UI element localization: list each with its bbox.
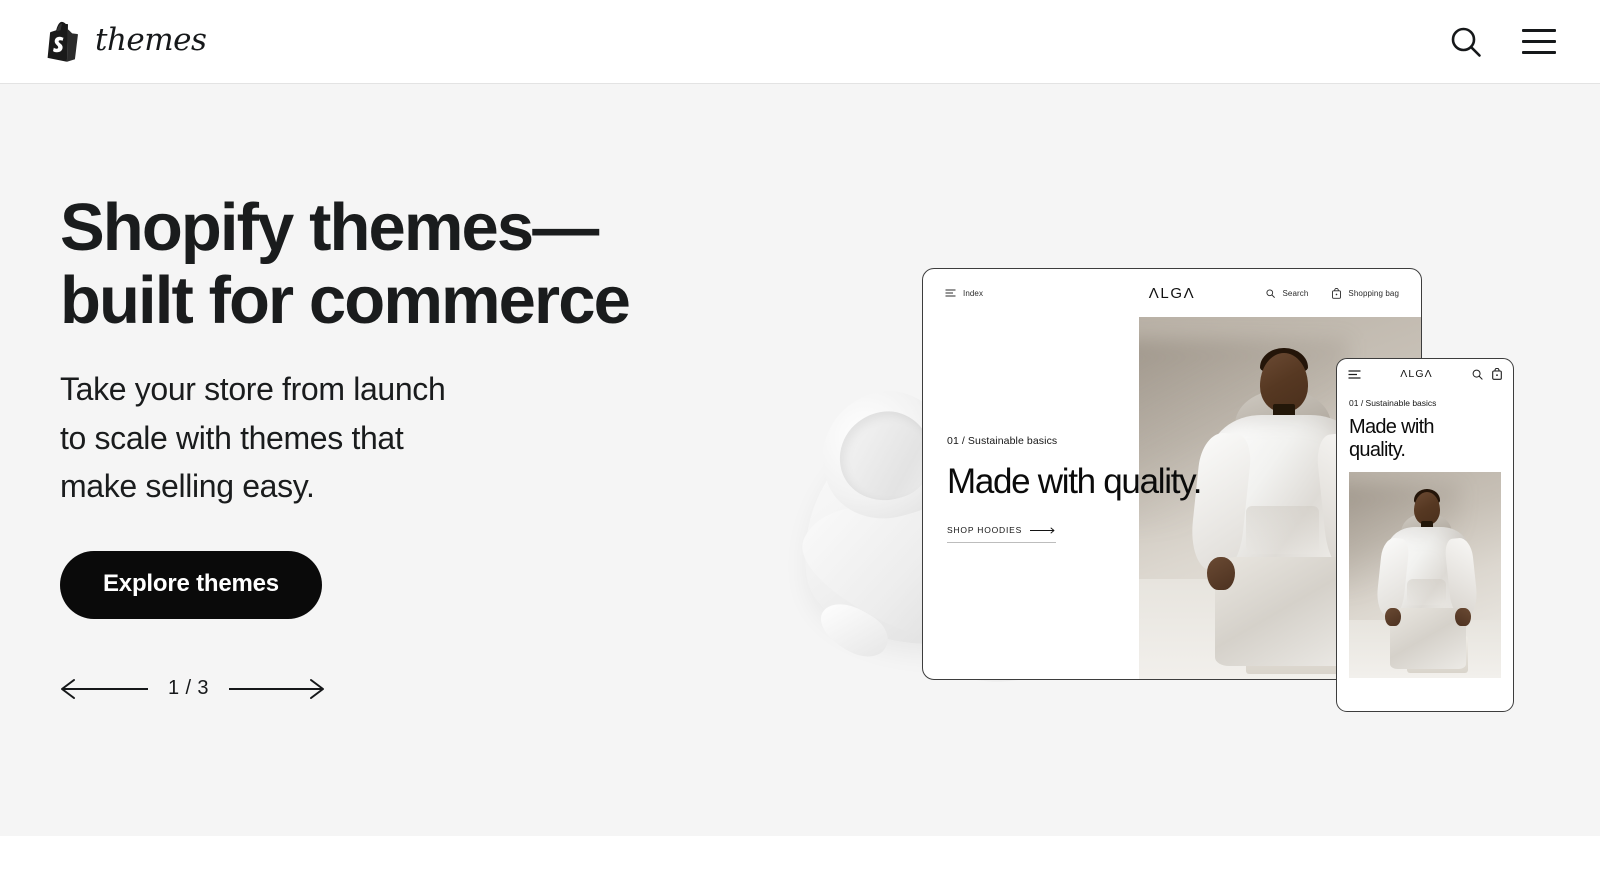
- preview-copy: 01 / Sustainable basics Made with qualit…: [947, 435, 1202, 543]
- page-bottom-strip: [0, 836, 1600, 880]
- search-icon: [1266, 288, 1276, 298]
- carousel-nav: 1 / 3: [60, 676, 760, 702]
- search-icon[interactable]: [1472, 369, 1483, 380]
- hero-section: Shopify themes— built for commerce Take …: [0, 84, 1600, 836]
- carousel-prev-button[interactable]: [60, 676, 150, 702]
- mobile-preview-headline: Made with quality.: [1349, 416, 1435, 461]
- preview-nav-left: Index: [945, 289, 1149, 298]
- arrow-left-icon: [61, 678, 148, 699]
- preview-navbar: Index ΛLGΛ Search Shopping bag: [923, 269, 1421, 317]
- carousel-next-button[interactable]: [227, 676, 325, 702]
- preview-search-link[interactable]: Search: [1266, 289, 1308, 298]
- preview-search-label: Search: [1282, 288, 1309, 298]
- mobile-preview-brand-logo: ΛLGΛ: [1400, 368, 1433, 380]
- preview-bag-link[interactable]: Shopping bag: [1332, 287, 1400, 299]
- brand-wordmark: themes: [95, 22, 207, 58]
- carousel-counter: 1 / 3: [168, 677, 209, 700]
- explore-themes-button[interactable]: Explore themes: [60, 550, 322, 619]
- preview-index-link[interactable]: Index: [945, 289, 983, 298]
- mobile-theme-preview[interactable]: ΛLGΛ 01 / Sustainable basics Made with q…: [1336, 358, 1514, 712]
- search-icon: [1451, 27, 1481, 57]
- shopping-bag-icon[interactable]: [1492, 368, 1502, 380]
- preview-headline: Made with quality.: [947, 462, 1202, 501]
- hamburger-menu-icon: [1522, 29, 1556, 54]
- hamburger-menu-icon[interactable]: [1348, 369, 1361, 379]
- preview-eyebrow: 01 / Sustainable basics: [947, 435, 1058, 447]
- hero-copy: Shopify themes— built for commerce Take …: [60, 191, 760, 702]
- preview-bag-label: Shopping bag: [1348, 288, 1400, 298]
- preview-nav-right: Search Shopping bag: [1195, 287, 1400, 299]
- hero-subtitle: Take your store from launch to scale wit…: [60, 371, 446, 505]
- page-title: Shopify themes— built for commerce: [60, 190, 631, 339]
- mobile-preview-navbar: ΛLGΛ: [1337, 359, 1513, 389]
- site-header: themes: [0, 0, 1600, 84]
- hamburger-menu-icon: [945, 289, 956, 297]
- mockup-stage: Index ΛLGΛ Search Shopping bag 01 / Sust…: [760, 84, 1600, 836]
- menu-button[interactable]: [1516, 23, 1562, 60]
- mobile-preview-icons: [1472, 368, 1502, 380]
- mobile-preview-model-photo: [1349, 471, 1501, 678]
- preview-shop-hoodies-label: SHOP HOODIES: [947, 525, 1023, 535]
- shopify-bag-icon: [47, 21, 78, 62]
- preview-index-label: Index: [963, 288, 984, 298]
- brand-logo-link[interactable]: themes: [46, 21, 207, 63]
- arrow-right-icon: [228, 678, 324, 699]
- preview-shop-hoodies-link[interactable]: SHOP HOODIES: [947, 525, 1057, 543]
- header-actions: [1442, 18, 1562, 66]
- arrow-right-icon: [1030, 527, 1055, 533]
- shopping-bag-icon: [1332, 287, 1342, 299]
- mobile-preview-eyebrow: 01 / Sustainable basics: [1349, 398, 1437, 408]
- preview-brand-logo: ΛLGΛ: [1148, 284, 1196, 302]
- search-button[interactable]: [1442, 18, 1490, 66]
